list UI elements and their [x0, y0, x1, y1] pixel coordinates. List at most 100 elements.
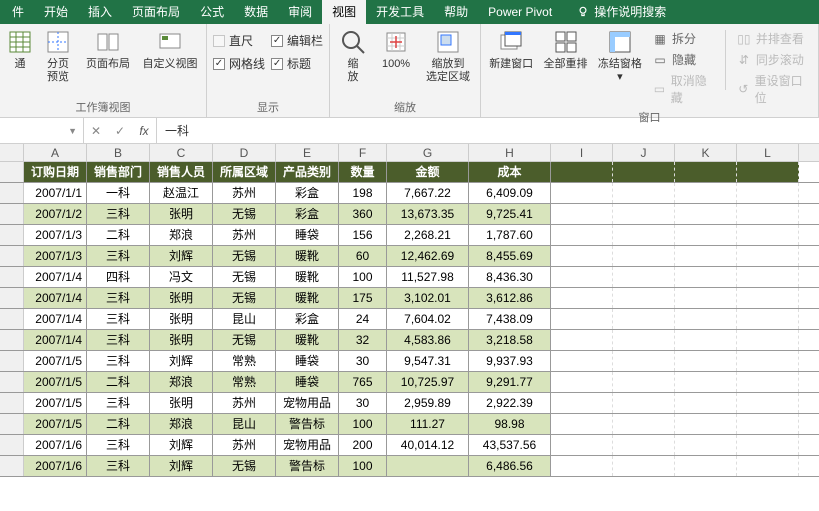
col-header-E[interactable]: E [276, 144, 339, 161]
cell-empty[interactable] [613, 162, 675, 182]
cell[interactable]: 睡袋 [276, 372, 339, 392]
cell-empty[interactable] [613, 435, 675, 455]
cell[interactable]: 2007/1/6 [24, 435, 87, 455]
cell[interactable]: 30 [339, 351, 387, 371]
cell[interactable]: 彩盒 [276, 204, 339, 224]
cell[interactable]: 11,527.98 [387, 267, 469, 287]
cell[interactable]: 2007/1/4 [24, 288, 87, 308]
cell-empty[interactable] [737, 456, 799, 476]
cell-empty[interactable] [551, 435, 613, 455]
row-header[interactable] [0, 393, 24, 413]
cell-empty[interactable] [551, 204, 613, 224]
cell[interactable]: 销售人员 [150, 162, 213, 182]
cell[interactable]: 成本 [469, 162, 551, 182]
tab-6[interactable]: 审阅 [278, 0, 322, 24]
cell[interactable]: 二科 [87, 225, 150, 245]
row-header[interactable] [0, 246, 24, 266]
cell[interactable]: 2007/1/5 [24, 414, 87, 434]
cell-empty[interactable] [737, 309, 799, 329]
cell[interactable]: 2007/1/3 [24, 246, 87, 266]
cell[interactable]: 7,438.09 [469, 309, 551, 329]
cell[interactable]: 111.27 [387, 414, 469, 434]
cell[interactable]: 暖靴 [276, 246, 339, 266]
cell[interactable]: 100 [339, 267, 387, 287]
cell-empty[interactable] [613, 351, 675, 371]
cell-empty[interactable] [675, 372, 737, 392]
cell[interactable]: 8,436.30 [469, 267, 551, 287]
cell[interactable]: 1,787.60 [469, 225, 551, 245]
cell[interactable]: 2007/1/6 [24, 456, 87, 476]
cell[interactable]: 98.98 [469, 414, 551, 434]
cell-empty[interactable] [737, 330, 799, 350]
cell[interactable]: 苏州 [213, 183, 276, 203]
zoom-100-button[interactable]: 100% [376, 26, 416, 71]
arrange-all-button[interactable]: 全部重排 [541, 26, 589, 71]
cell[interactable]: 9,547.31 [387, 351, 469, 371]
row-header[interactable] [0, 309, 24, 329]
cell[interactable]: 360 [339, 204, 387, 224]
cell[interactable]: 数量 [339, 162, 387, 182]
cell[interactable]: 金额 [387, 162, 469, 182]
cell[interactable]: 2,268.21 [387, 225, 469, 245]
cell-empty[interactable] [675, 162, 737, 182]
cell[interactable]: 2007/1/5 [24, 393, 87, 413]
enter-formula-button[interactable]: ✓ [108, 124, 132, 138]
cell[interactable]: 销售部门 [87, 162, 150, 182]
cell-empty[interactable] [675, 414, 737, 434]
cell[interactable]: 张明 [150, 288, 213, 308]
cell-empty[interactable] [675, 246, 737, 266]
cell[interactable]: 3,102.01 [387, 288, 469, 308]
gridlines-checkbox[interactable]: ✓网格线 [213, 55, 265, 72]
page-break-preview-button[interactable]: 分页预览 [40, 26, 76, 84]
cell-empty[interactable] [737, 351, 799, 371]
cell-empty[interactable] [613, 288, 675, 308]
cell[interactable]: 2007/1/4 [24, 309, 87, 329]
cell-empty[interactable] [675, 267, 737, 287]
cell[interactable]: 2007/1/1 [24, 183, 87, 203]
cell[interactable]: 三科 [87, 393, 150, 413]
cell-empty[interactable] [551, 267, 613, 287]
cell-empty[interactable] [737, 435, 799, 455]
tell-me-search[interactable]: 操作说明搜索 [566, 0, 676, 24]
cell-empty[interactable] [551, 414, 613, 434]
cell[interactable]: 赵温江 [150, 183, 213, 203]
cell[interactable]: 彩盒 [276, 183, 339, 203]
tab-0[interactable]: 件 [2, 0, 34, 24]
zoom-selection-button[interactable]: 缩放到选定区域 [422, 26, 474, 84]
cell[interactable]: 4,583.86 [387, 330, 469, 350]
cell[interactable]: 2007/1/5 [24, 372, 87, 392]
cell[interactable]: 2007/1/4 [24, 330, 87, 350]
cell-empty[interactable] [613, 456, 675, 476]
cell[interactable]: 9,291.77 [469, 372, 551, 392]
cell[interactable]: 昆山 [213, 414, 276, 434]
cell-empty[interactable] [551, 246, 613, 266]
cell-empty[interactable] [613, 393, 675, 413]
cell-empty[interactable] [613, 267, 675, 287]
cell-empty[interactable] [737, 393, 799, 413]
cell[interactable]: 三科 [87, 309, 150, 329]
cell[interactable]: 2,922.39 [469, 393, 551, 413]
cell[interactable]: 32 [339, 330, 387, 350]
tab-7[interactable]: 视图 [322, 0, 366, 24]
cell-empty[interactable] [675, 351, 737, 371]
row-header[interactable] [0, 372, 24, 392]
cell-empty[interactable] [675, 204, 737, 224]
cell[interactable]: 三科 [87, 288, 150, 308]
row-header[interactable] [0, 330, 24, 350]
cell[interactable]: 3,218.58 [469, 330, 551, 350]
cell-empty[interactable] [551, 456, 613, 476]
cell-empty[interactable] [613, 225, 675, 245]
freeze-panes-button[interactable]: 冻结窗格▾ [596, 26, 644, 84]
row-header[interactable] [0, 267, 24, 287]
cell[interactable]: 三科 [87, 330, 150, 350]
cell[interactable]: 刘辉 [150, 456, 213, 476]
cancel-formula-button[interactable]: ✕ [84, 124, 108, 138]
cell[interactable]: 三科 [87, 435, 150, 455]
cell[interactable]: 无锡 [213, 267, 276, 287]
cell[interactable]: 无锡 [213, 246, 276, 266]
cell[interactable]: 12,462.69 [387, 246, 469, 266]
cell[interactable]: 苏州 [213, 393, 276, 413]
row-header[interactable] [0, 414, 24, 434]
tab-4[interactable]: 公式 [190, 0, 234, 24]
tab-10[interactable]: Power Pivot [478, 0, 562, 24]
